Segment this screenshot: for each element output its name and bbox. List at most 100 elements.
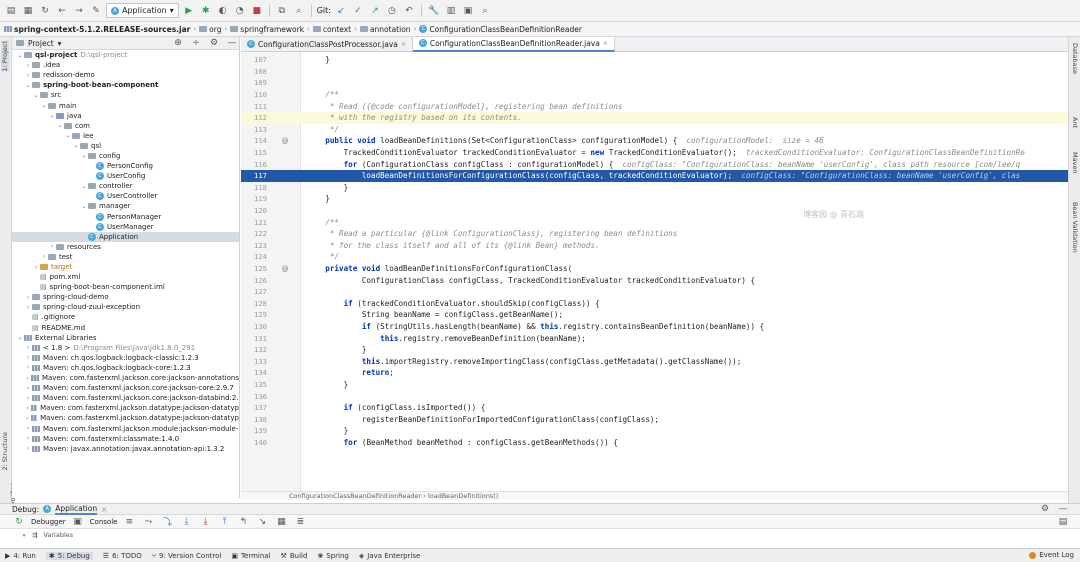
chevron-right-icon[interactable]: › [24, 344, 32, 351]
tree-item[interactable]: ⌄ controller [12, 181, 239, 191]
line-number[interactable]: 132 [241, 345, 269, 354]
frames-icon[interactable]: » [22, 531, 26, 539]
step-into-icon[interactable]: ⤓ [179, 515, 193, 529]
tool-window-maven[interactable]: Maven [1071, 152, 1079, 174]
line-number[interactable]: 139 [241, 426, 269, 435]
project-structure-icon[interactable]: ▥ [444, 4, 458, 18]
code-line[interactable]: 127 [241, 286, 1068, 298]
tree-item[interactable]: › Maven: javax.annotation:javax.annotatio… [12, 444, 239, 454]
code-line[interactable]: 111 * Read ({@code configurationModel}, … [241, 100, 1068, 112]
line-number[interactable]: 137 [241, 403, 269, 412]
rollback-icon[interactable]: ↶ [402, 4, 416, 18]
chevron-right-icon[interactable]: › [24, 375, 31, 382]
tree-item[interactable]: ⌄ External Libraries [12, 333, 239, 343]
tree-item[interactable]: › Maven: com.fasterxml.jackson.core:jacks… [12, 393, 239, 403]
chevron-right-icon[interactable]: › [24, 385, 32, 392]
chevron-down-icon[interactable]: ⌄ [24, 82, 32, 89]
nav-crumb-class[interactable]: C ConfigurationClassBeanDefinitionReader [419, 25, 582, 34]
history-icon[interactable]: ◷ [385, 4, 399, 18]
coverage-icon[interactable]: ◐ [216, 4, 230, 18]
code-line[interactable]: 138 registerBeanDefinitionForImportedCon… [241, 414, 1068, 426]
tree-item[interactable]: C PersonManager [12, 212, 239, 222]
line-number[interactable]: 118 [241, 183, 269, 192]
tree-item[interactable]: ▤ README.md [12, 323, 239, 333]
restore-layout-icon[interactable]: ▤ [1056, 515, 1070, 529]
line-number[interactable]: 125 [241, 264, 269, 273]
save-icon[interactable]: ▦ [21, 4, 35, 18]
code-line[interactable]: 137 if (configClass.isImported()) { [241, 402, 1068, 414]
code-line[interactable]: 130 if (StringUtils.hasLength(beanName) … [241, 321, 1068, 333]
code-line[interactable]: 112 * with the registry based on its con… [241, 112, 1068, 124]
chevron-right-icon[interactable]: › [32, 264, 40, 271]
menu-icon[interactable]: ≡ [122, 515, 136, 529]
chevron-right-icon[interactable]: › [24, 435, 32, 442]
line-number[interactable]: 130 [241, 322, 269, 331]
status-tool-button[interactable]: ⚒ Build [281, 552, 308, 560]
line-number[interactable]: 117 [241, 171, 269, 180]
search-icon[interactable]: ⌕ [292, 4, 306, 18]
status-tool-button[interactable]: ⑂ 9: Version Control [152, 552, 222, 560]
tab-console[interactable]: Console [90, 518, 118, 526]
step-out-icon[interactable]: ⤒ [217, 515, 231, 529]
force-step-into-icon[interactable]: ⤓ [198, 515, 212, 529]
code-line[interactable]: 107 } [241, 54, 1068, 66]
tree-item[interactable]: C PersonConfig [12, 161, 239, 171]
line-number[interactable]: 135 [241, 380, 269, 389]
collapse-icon[interactable]: ÷ [189, 37, 203, 50]
code-line[interactable]: 122 * Read a particular {@link Configura… [241, 228, 1068, 240]
tree-item[interactable]: ⌄ manager [12, 201, 239, 211]
tree-item[interactable]: › Maven: com.fasterxml:classmate:1.4.0 [12, 434, 239, 444]
line-number[interactable]: 138 [241, 415, 269, 424]
chevron-right-icon[interactable]: › [24, 354, 32, 361]
tree-item[interactable]: C Application [12, 231, 239, 242]
code-line[interactable]: 114 @ public void loadBeanDefinitions(Set… [241, 135, 1068, 147]
close-icon[interactable]: × [401, 41, 406, 48]
code-line[interactable]: 109 [241, 77, 1068, 89]
tree-item[interactable]: ⌄ config [12, 151, 239, 161]
debug-icon[interactable]: ✱ [199, 4, 213, 18]
tree-item[interactable]: › redisson-demo [12, 70, 239, 80]
tab-debugger[interactable]: Debugger [31, 518, 66, 526]
editor-tab[interactable]: C ConfigurationClassBeanDefinitionReader.… [412, 36, 615, 52]
hide-icon[interactable]: — [225, 37, 239, 50]
step-over-icon[interactable]: ⤵ [160, 515, 174, 529]
code-line[interactable]: 123 * for the class itself and all of it… [241, 240, 1068, 252]
close-icon[interactable]: × [603, 40, 608, 47]
run-config-selector[interactable]: A Application ▾ [106, 3, 179, 18]
chevron-down-icon[interactable]: ▾ [58, 39, 62, 48]
find-icon[interactable]: ⌕ [478, 4, 492, 18]
close-icon[interactable]: × [101, 505, 107, 514]
back-icon[interactable]: ← [55, 4, 69, 18]
nav-crumb-jar[interactable]: spring-context-5.1.2.RELEASE-sources.jar [4, 25, 190, 34]
line-number[interactable]: 124 [241, 252, 269, 261]
annotation-marker-icon[interactable]: @ [269, 265, 301, 273]
nav-crumb-context[interactable]: context [312, 25, 351, 34]
code-line[interactable]: 140 for (BeanMethod beanMethod : configC… [241, 437, 1068, 449]
tree-item[interactable]: ⌄ qsl [12, 141, 239, 151]
line-number[interactable]: 115 [241, 148, 269, 157]
build-hammer-icon[interactable]: ✎ [89, 4, 103, 18]
run-to-cursor-icon[interactable]: ↘ [255, 515, 269, 529]
drop-frame-icon[interactable]: ↰ [236, 515, 250, 529]
annotation-marker-icon[interactable]: @ [269, 137, 301, 145]
code-line[interactable]: 126 ConfigurationClass configClass, Trac… [241, 274, 1068, 286]
code-line[interactable]: 125 @ private void loadBeanDefinitionsFor… [241, 263, 1068, 275]
sync-icon[interactable]: ↻ [38, 4, 52, 18]
line-number[interactable]: 121 [241, 218, 269, 227]
tree-item[interactable]: › Maven: ch.qos.logback:logback-core:1.2.… [12, 363, 239, 373]
code-line[interactable]: 115 TrackedConditionEvaluator trackedCon… [241, 147, 1068, 159]
tool-window-project[interactable]: 1: Project [1, 41, 9, 72]
line-number[interactable]: 122 [241, 229, 269, 238]
open-folder-icon[interactable]: ▤ [4, 4, 18, 18]
code-line[interactable]: 110 /** [241, 89, 1068, 101]
status-tool-button[interactable]: ▶ 4: Run [5, 552, 36, 560]
chevron-right-icon[interactable]: › [40, 253, 48, 260]
run-icon[interactable]: ▶ [182, 4, 196, 18]
chevron-right-icon[interactable]: › [24, 294, 32, 301]
tool-window-bean-validation[interactable]: Bean Validation [1071, 202, 1079, 253]
line-number[interactable]: 128 [241, 299, 269, 308]
tree-item[interactable]: ⌄ java [12, 111, 239, 121]
code-line[interactable]: 124 */ [241, 251, 1068, 263]
tree-item[interactable]: › .idea [12, 60, 239, 70]
line-number[interactable]: 119 [241, 194, 269, 203]
